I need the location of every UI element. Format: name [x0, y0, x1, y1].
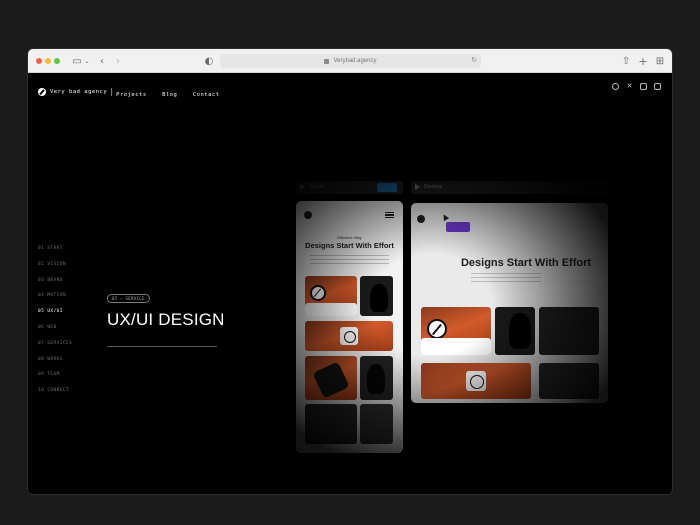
section-nav-item[interactable]: 02 VISION	[38, 262, 72, 278]
desktop-preview-tab[interactable]: Desktop	[411, 181, 608, 194]
header-divider	[111, 88, 113, 96]
sidebar-toggle-icon[interactable]: ▭	[71, 54, 83, 68]
desktop-card	[539, 307, 599, 355]
desktop-card	[421, 363, 531, 399]
cursor-tooltip	[446, 222, 470, 232]
desktop-body-text	[471, 273, 541, 283]
desktop-card-footer	[421, 338, 491, 355]
forward-icon[interactable]: ›	[114, 54, 122, 68]
phone-body-text	[310, 255, 389, 267]
address-bar[interactable]: Verybad.agency ↻	[220, 54, 481, 68]
mockup-logo-icon	[466, 371, 486, 391]
linkedin-icon[interactable]	[640, 83, 647, 90]
social-links: ✕	[612, 83, 661, 90]
section-nav-item[interactable]: 01 START	[38, 246, 72, 262]
maximize-window-button[interactable]	[54, 58, 60, 64]
section-nav-item[interactable]: 03 BRAND	[38, 278, 72, 294]
play-icon	[300, 184, 305, 190]
minimize-window-button[interactable]	[45, 58, 51, 64]
brand-logo-icon[interactable]	[38, 88, 46, 96]
mockup-logo-icon	[304, 211, 312, 219]
section-nav-item[interactable]: 09 TEAM	[38, 372, 72, 388]
desktop-tab-label: Desktop	[424, 184, 443, 190]
main-nav: Projects Blog Contact	[116, 83, 230, 101]
section-nav-item-active[interactable]: 05 UX/UI	[38, 309, 72, 325]
instagram-icon[interactable]	[654, 83, 661, 90]
desktop-headline: Designs Start With Effort	[460, 257, 592, 269]
section-nav-item[interactable]: 10 CONNECT	[38, 388, 72, 404]
portrait-image	[367, 364, 385, 394]
desktop-mockup: Designs Start With Effort	[411, 203, 608, 403]
phone-card	[360, 276, 393, 316]
phone-device-image	[312, 361, 350, 399]
phone-card	[305, 321, 393, 351]
phone-kicker: Effective Way	[337, 235, 362, 240]
section-nav-item[interactable]: 07 SERVICES	[38, 341, 72, 357]
nav-contact[interactable]: Contact	[193, 92, 220, 98]
phone-card	[360, 356, 393, 400]
nav-blog[interactable]: Blog	[162, 92, 177, 98]
mockup-logo-icon	[417, 215, 425, 223]
phone-card	[360, 404, 393, 444]
site-header: Very bad agency Projects Blog Contact	[38, 83, 231, 101]
section-nav-item[interactable]: 06 WEB	[38, 325, 72, 341]
desktop-card	[539, 363, 599, 399]
service-badge: 05 — SERVICE	[107, 294, 150, 303]
browser-toolbar: ▭ ⌄ ‹ › ◐ Verybad.agency ↻ ⇧ + ⊞	[28, 49, 672, 73]
chevron-down-icon[interactable]: ⌄	[84, 54, 90, 68]
portrait-image	[509, 313, 531, 349]
browser-window: ▭ ⌄ ‹ › ◐ Verybad.agency ↻ ⇧ + ⊞ Very ba…	[27, 48, 673, 495]
lock-icon	[324, 58, 330, 64]
webpage: Very bad agency Projects Blog Contact ✕ …	[28, 73, 672, 494]
address-text: Verybad.agency	[333, 58, 377, 64]
phone-headline: Designs Start With Effort	[305, 241, 394, 250]
mockup-logo-icon	[340, 327, 358, 345]
new-tab-icon[interactable]: +	[638, 54, 647, 68]
phone-card	[305, 404, 357, 444]
phone-card-footer	[305, 303, 357, 316]
mockup-logo-icon	[427, 319, 447, 339]
portrait-image	[370, 284, 388, 312]
share-icon[interactable]: ⇧	[622, 54, 630, 68]
title-underline	[107, 346, 217, 347]
tab-overview-icon[interactable]: ⊞	[655, 54, 665, 68]
phone-mockup: Effective Way Designs Start With Effort	[296, 201, 403, 453]
phone-preview-tab[interactable]: Phone	[296, 181, 403, 194]
phone-tab-label: Phone	[309, 184, 324, 190]
dribbble-icon[interactable]	[612, 83, 619, 90]
section-nav: 01 START 02 VISION 03 BRAND 04 MOTION 05…	[38, 246, 72, 404]
brand-name[interactable]: Very bad agency	[50, 89, 107, 95]
privacy-shield-icon[interactable]: ◐	[204, 54, 214, 68]
back-icon[interactable]: ‹	[98, 54, 106, 68]
close-window-button[interactable]	[36, 58, 42, 64]
x-icon[interactable]: ✕	[626, 83, 633, 90]
nav-projects[interactable]: Projects	[116, 92, 147, 98]
desktop-card	[495, 307, 535, 355]
phone-card	[305, 356, 357, 400]
reload-icon[interactable]: ↻	[471, 56, 477, 64]
play-icon	[415, 184, 420, 190]
section-nav-item[interactable]: 04 MOTION	[38, 293, 72, 309]
page-title: UX/UI DESIGN	[107, 310, 225, 329]
mockup-logo-icon	[310, 285, 326, 301]
phone-action-button[interactable]	[377, 183, 397, 192]
hamburger-menu-icon	[385, 212, 394, 218]
section-nav-item[interactable]: 08 WORKS	[38, 357, 72, 373]
